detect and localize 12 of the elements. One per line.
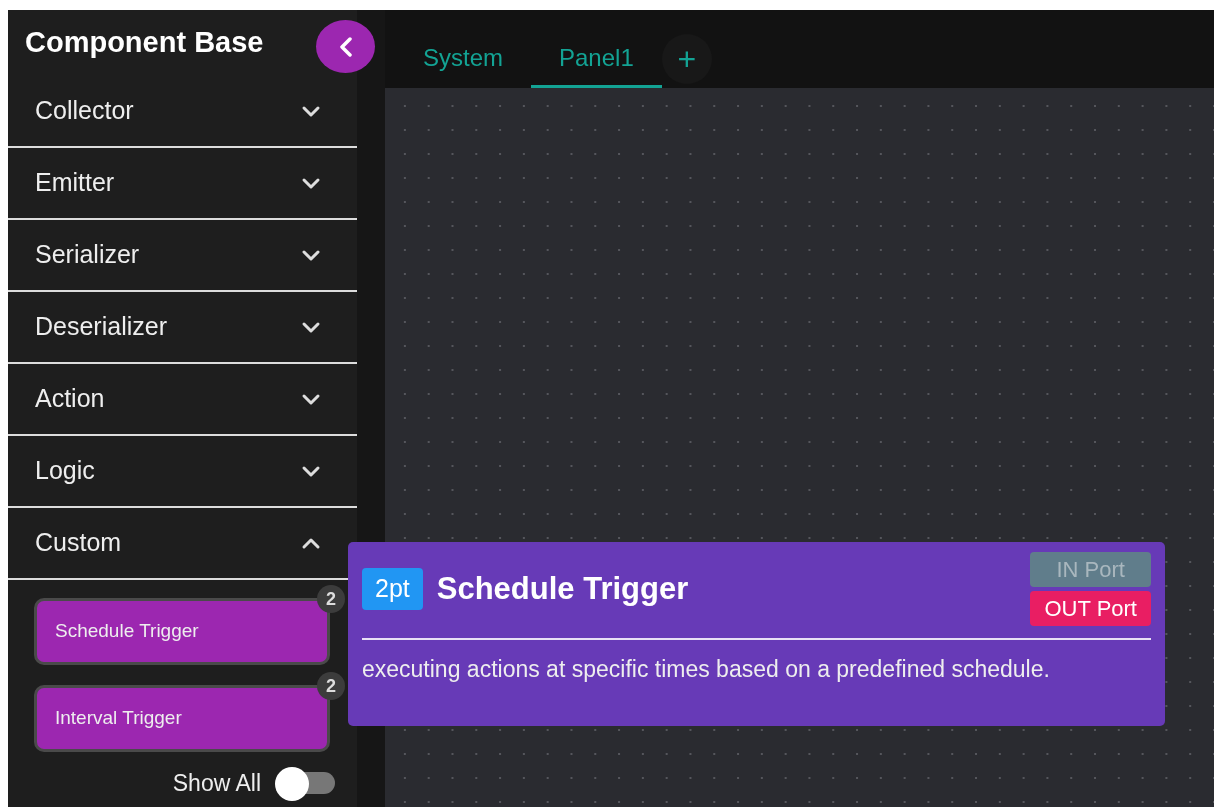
- toggle-label: Show All: [172, 769, 261, 798]
- port-tag: IN Port: [1030, 552, 1151, 587]
- tooltip-description: executing actions at specific times based on a predefined schedule.: [362, 655, 1051, 684]
- tab[interactable]: System: [395, 30, 531, 88]
- sidebar-title: Component Base: [25, 25, 264, 61]
- point-badge: 2pt: [362, 568, 423, 610]
- tooltip-title: Schedule Trigger: [436, 569, 689, 608]
- add-tab-button[interactable]: +: [661, 34, 712, 84]
- count-badge: 2: [317, 585, 345, 613]
- port-tag: OUT Port: [1030, 591, 1151, 626]
- count-badge: 2: [317, 672, 345, 700]
- chevron-left-icon: [338, 36, 353, 57]
